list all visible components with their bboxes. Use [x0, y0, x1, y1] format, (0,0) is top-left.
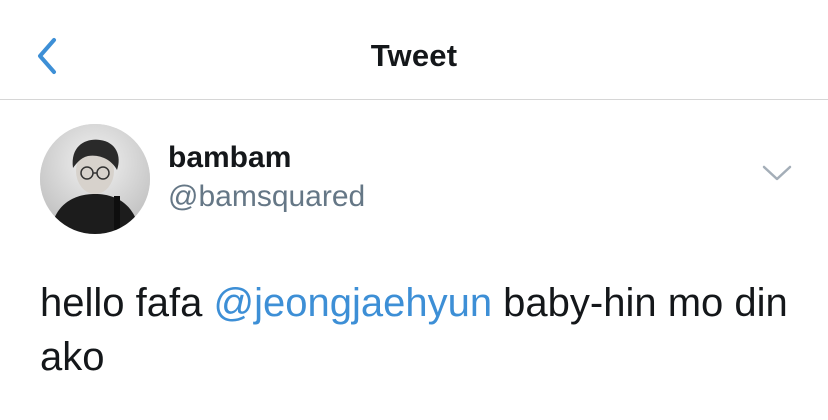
avatar[interactable] — [40, 124, 150, 234]
author-handle[interactable]: @bamsquared — [168, 180, 365, 214]
navigation-bar: Tweet — [0, 0, 828, 100]
chevron-down-icon — [762, 165, 792, 181]
author-display-name[interactable]: bambam — [168, 141, 291, 175]
tweet-text-before: hello fafa — [40, 281, 214, 325]
mention-link[interactable]: @jeongjaehyun — [213, 281, 492, 325]
tweet-text: hello fafa @jeongjaehyun baby-hin mo din… — [40, 276, 800, 384]
avatar-photo — [40, 124, 150, 234]
page-title: Tweet — [370, 38, 458, 73]
tweet-options-button[interactable] — [760, 162, 794, 184]
